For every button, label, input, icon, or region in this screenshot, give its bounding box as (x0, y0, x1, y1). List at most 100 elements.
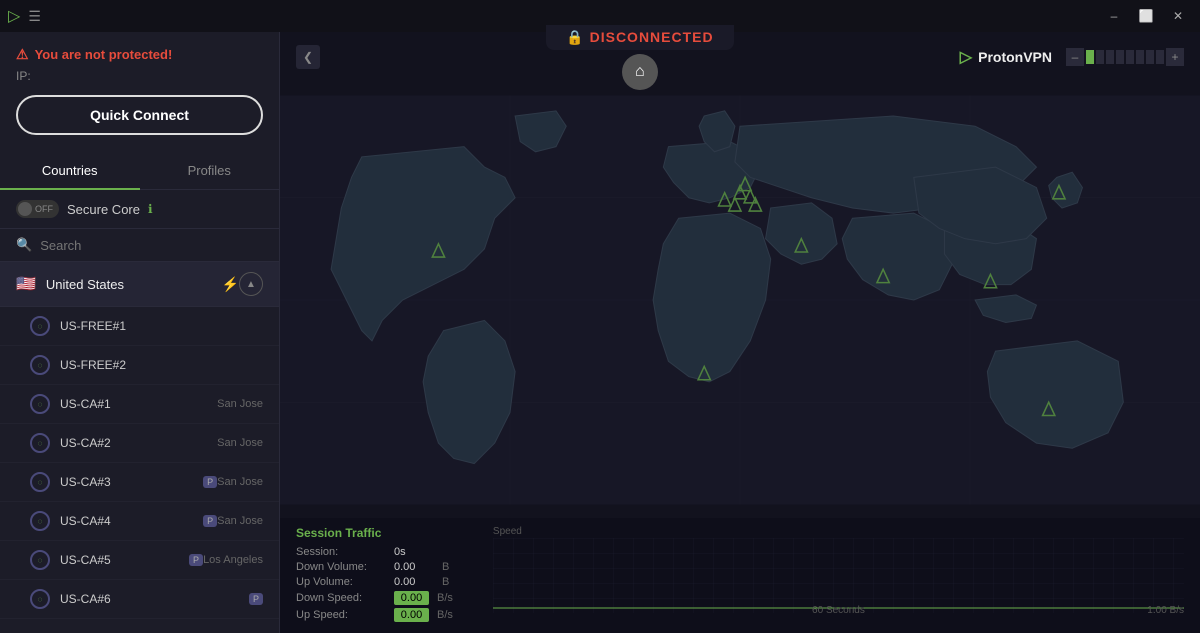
server-name-us-ca4: US-CA#4 (60, 514, 197, 528)
window-controls: – ⬜ ✕ (1100, 5, 1192, 27)
up-speed-value: 0.00 (394, 608, 429, 622)
maximize-button[interactable]: ⬜ (1132, 5, 1160, 27)
main-layout: ⚠ You are not protected! IP: Quick Conne… (0, 32, 1200, 633)
slider-seg-5 (1126, 50, 1134, 64)
right-panel: ❮ 🔒 DISCONNECTED ⌂ ▷ ProtonVPN – (280, 32, 1200, 633)
slider-seg-4 (1116, 50, 1124, 64)
server-name-us-ca2: US-CA#2 (60, 436, 217, 450)
server-name-us-ca3: US-CA#3 (60, 475, 197, 489)
down-volume-value: 0.00 (394, 561, 434, 573)
not-protected-warning: ⚠ You are not protected! (16, 46, 263, 63)
up-speed-label: Up Speed: (296, 609, 386, 621)
stat-row-up-vol: Up Volume: 0.00 B (296, 576, 453, 588)
server-item-us-ca2[interactable]: ◌ US-CA#2 San Jose (0, 424, 279, 463)
speed-slider-track (1086, 50, 1164, 64)
ip-label: IP: (16, 69, 31, 83)
stat-row-session: Session: 0s (296, 546, 453, 558)
warning-icon: ⚠ (16, 46, 29, 63)
server-item-us-ca6[interactable]: ◌ US-CA#6 P (0, 580, 279, 619)
down-speed-label: Down Speed: (296, 592, 386, 604)
search-input[interactable] (40, 238, 263, 253)
close-button[interactable]: ✕ (1164, 5, 1192, 27)
down-volume-label: Down Volume: (296, 561, 386, 573)
down-speed-unit: B/s (437, 592, 453, 604)
server-signal-icon: ◌ (30, 550, 50, 570)
server-name-us-free1: US-FREE#1 (60, 319, 263, 333)
server-item-us-free2[interactable]: ◌ US-FREE#2 (0, 346, 279, 385)
collapse-sidebar-button[interactable]: ❮ (296, 45, 320, 69)
chart-seconds-label: 60 Seconds (812, 605, 865, 616)
disconnected-label: DISCONNECTED (590, 29, 714, 45)
stat-row-down-vol: Down Volume: 0.00 B (296, 561, 453, 573)
up-speed-unit: B/s (437, 609, 453, 621)
plus-badge-us-ca3: P (203, 476, 217, 488)
ip-row: IP: (16, 69, 263, 83)
plus-badge-us-ca4: P (203, 515, 217, 527)
speed-increase-button[interactable]: + (1166, 48, 1184, 66)
up-volume-unit: B (442, 576, 449, 588)
server-name-us-ca1: US-CA#1 (60, 397, 217, 411)
server-item-us-ca4[interactable]: ◌ US-CA#4 P San Jose (0, 502, 279, 541)
connection-status: 🔒 DISCONNECTED ⌂ (546, 25, 733, 90)
country-item-usa[interactable]: 🇺🇸 United States ⚡ ▲ (0, 262, 279, 307)
speed-chart: Speed 60 Seconds 1.00 B/s (493, 526, 1184, 616)
search-row: 🔍 (0, 229, 279, 262)
info-icon[interactable]: ℹ (148, 202, 153, 216)
server-name-us-ca6: US-CA#6 (60, 592, 243, 606)
server-location-us-ca1: San Jose (217, 398, 263, 410)
server-item-us-free1[interactable]: ◌ US-FREE#1 (0, 307, 279, 346)
server-item-us-ca3[interactable]: ◌ US-CA#3 P San Jose (0, 463, 279, 502)
slider-seg-3 (1106, 50, 1114, 64)
stat-row-down-speed: Down Speed: 0.00 B/s (296, 591, 453, 605)
server-location-us-ca5: Los Angeles (203, 554, 263, 566)
toggle-circle (18, 202, 32, 216)
top-bar: ❮ 🔒 DISCONNECTED ⌂ ▷ ProtonVPN – (280, 32, 1200, 82)
plus-badge-us-ca6: P (249, 593, 263, 605)
protonvpn-logo-icon: ▷ (960, 47, 972, 67)
server-signal-icon: ◌ (30, 394, 50, 414)
toggle-state-label: OFF (35, 204, 53, 214)
quick-connect-button[interactable]: Quick Connect (16, 95, 263, 135)
secure-core-row: OFF Secure Core ℹ (0, 190, 279, 229)
minimize-button[interactable]: – (1100, 5, 1128, 27)
country-expand-button-usa[interactable]: ▲ (239, 272, 263, 296)
app-logo-icon: ▷ (8, 6, 20, 26)
server-signal-icon: ◌ (30, 589, 50, 609)
down-volume-unit: B (442, 561, 449, 573)
protonvpn-logo: ▷ ProtonVPN – + (960, 47, 1184, 67)
bottom-stats: Session Traffic Session: 0s Down Volume:… (280, 518, 1200, 633)
session-traffic-panel: Session Traffic Session: 0s Down Volume:… (296, 526, 453, 625)
tab-bar: Countries Profiles (0, 153, 279, 190)
server-signal-icon: ◌ (30, 355, 50, 375)
world-map (280, 82, 1200, 518)
chart-speed-label: Speed (493, 526, 522, 537)
menu-icon[interactable]: ☰ (28, 8, 41, 25)
server-signal-icon: ◌ (30, 472, 50, 492)
session-label: Session: (296, 546, 386, 558)
sidebar: ⚠ You are not protected! IP: Quick Conne… (0, 32, 280, 633)
speed-decrease-button[interactable]: – (1066, 48, 1084, 66)
map-area (280, 82, 1200, 518)
slider-seg-8 (1156, 50, 1164, 64)
server-location-us-ca4: San Jose (217, 515, 263, 527)
search-icon: 🔍 (16, 237, 32, 253)
not-protected-text: You are not protected! (35, 47, 173, 62)
tab-countries[interactable]: Countries (0, 153, 140, 190)
server-name-us-free2: US-FREE#2 (60, 358, 263, 372)
titlebar-left: ▷ ☰ (8, 6, 41, 26)
slider-seg-7 (1146, 50, 1154, 64)
country-list: 🇺🇸 United States ⚡ ▲ ◌ US-FREE#1 ◌ US-FR… (0, 262, 279, 633)
session-value: 0s (394, 546, 434, 558)
server-item-us-ca5[interactable]: ◌ US-CA#5 P Los Angeles (0, 541, 279, 580)
session-traffic-title: Session Traffic (296, 526, 453, 540)
stat-row-up-speed: Up Speed: 0.00 B/s (296, 608, 453, 622)
server-item-us-ca1[interactable]: ◌ US-CA#1 San Jose (0, 385, 279, 424)
server-location-us-ca2: San Jose (217, 437, 263, 449)
tab-profiles[interactable]: Profiles (140, 153, 280, 189)
secure-core-toggle[interactable]: OFF (16, 200, 59, 218)
lock-icon: 🔒 (566, 29, 583, 46)
up-volume-label: Up Volume: (296, 576, 386, 588)
slider-seg-6 (1136, 50, 1144, 64)
us-flag-icon: 🇺🇸 (16, 274, 36, 294)
up-volume-value: 0.00 (394, 576, 434, 588)
